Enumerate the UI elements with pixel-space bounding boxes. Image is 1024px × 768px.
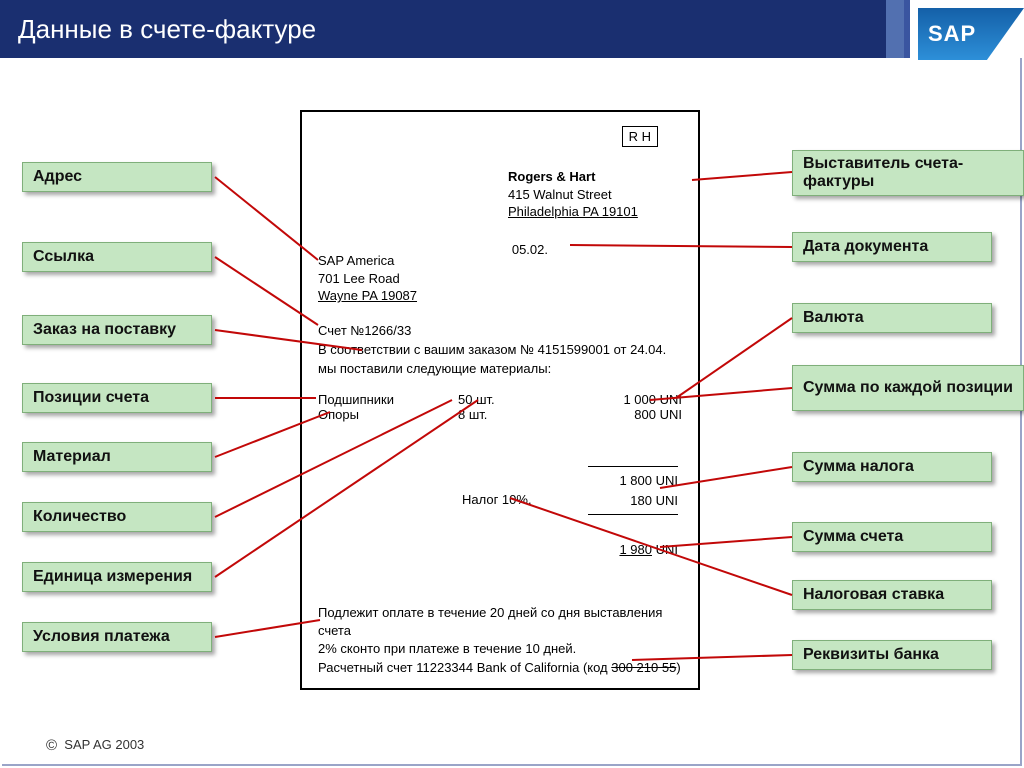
label-issuer: Выставитель счета-фактуры xyxy=(792,150,1024,196)
label-payment-terms: Условия платежа xyxy=(22,622,212,652)
page-title: Данные в счете-фактуре xyxy=(18,14,316,45)
invoice-document: R H Rogers & Hart 415 Walnut Street Phil… xyxy=(300,110,700,690)
item-qty: 50 шт. xyxy=(458,392,538,407)
item-qty: 8 шт. xyxy=(458,407,538,422)
vendor-street: 415 Walnut Street xyxy=(508,186,678,204)
item-row: Опоры 8 шт. 800 UNI xyxy=(318,407,682,422)
label-doc-date: Дата документа xyxy=(792,232,992,262)
label-uom: Единица измерения xyxy=(22,562,212,592)
terms-line1: Подлежит оплате в течение 20 дней со дня… xyxy=(318,604,682,640)
item-material: Опоры xyxy=(318,407,458,422)
label-tax-amount: Сумма налога xyxy=(792,452,992,482)
copyright-icon: © xyxy=(46,737,57,754)
invoice-ref: Счет №1266/33 xyxy=(318,322,682,341)
decorative-stripe xyxy=(886,0,910,58)
label-quantity: Количество xyxy=(22,502,212,532)
invoice-subtotal: 1 800 UNI xyxy=(588,471,678,491)
item-amount: 1 000 UNI xyxy=(538,392,682,407)
invoice-vendor-block: Rogers & Hart 415 Walnut Street Philadel… xyxy=(508,168,678,221)
invoice-ref-block: Счет №1266/33 В соответствии с вашим зак… xyxy=(318,322,682,379)
invoice-items: Подшипники 50 шт. 1 000 UNI Опоры 8 шт. … xyxy=(318,392,682,422)
vendor-name: Rogers & Hart xyxy=(508,168,678,186)
label-invoice-items: Позиции счета xyxy=(22,383,212,413)
invoice-po-line: В соответствии с вашим заказом № 4151599… xyxy=(318,341,682,379)
label-invoice-amount: Сумма счета xyxy=(792,522,992,552)
invoice-grand-total: 1 980 UNI xyxy=(619,542,678,557)
title-bar: Данные в счете-фактуре xyxy=(0,0,1024,58)
grand-total-currency: UNI xyxy=(656,542,678,557)
shipto-street: 701 Lee Road xyxy=(318,270,417,288)
terms-line2: 2% сконто при платеже в течение 10 дней. xyxy=(318,640,682,658)
vendor-city: Philadelphia PA 19101 xyxy=(508,203,678,221)
bank-line: Расчетный счет 11223344 Bank of Californ… xyxy=(318,659,682,677)
shipto-city: Wayne PA 19087 xyxy=(318,287,417,305)
bank-code: 300 210 55 xyxy=(611,660,676,675)
label-currency: Валюта xyxy=(792,303,992,333)
label-per-item-amount: Сумма по каждой позиции xyxy=(792,365,1024,411)
label-material: Материал xyxy=(22,442,212,472)
item-amount: 800 UNI xyxy=(538,407,682,422)
invoice-terms: Подлежит оплате в течение 20 дней со дня… xyxy=(318,604,682,677)
footer-copyright: © SAP AG 2003 xyxy=(46,737,144,754)
label-bank-details: Реквизиты банка xyxy=(792,640,992,670)
label-purchase-order: Заказ на поставку xyxy=(22,315,212,345)
sap-logo: SAP xyxy=(918,8,1024,60)
item-material: Подшипники xyxy=(318,392,458,407)
label-tax-rate: Налоговая ставка xyxy=(792,580,992,610)
invoice-date: 05.02. xyxy=(512,242,548,257)
item-row: Подшипники 50 шт. 1 000 UNI xyxy=(318,392,682,407)
invoice-shipto: SAP America 701 Lee Road Wayne PA 19087 xyxy=(318,252,417,305)
grand-total-value: 1 980 xyxy=(619,542,652,557)
label-reference: Ссылка xyxy=(22,242,212,272)
shipto-name: SAP America xyxy=(318,252,417,270)
invoice-code: R H xyxy=(622,126,658,147)
label-address: Адрес xyxy=(22,162,212,192)
invoice-tax-label: Налог 10%. xyxy=(462,492,532,507)
invoice-tax-value: 180 UNI xyxy=(588,491,678,511)
invoice-totals: 1 800 UNI 180 UNI xyxy=(588,462,678,519)
